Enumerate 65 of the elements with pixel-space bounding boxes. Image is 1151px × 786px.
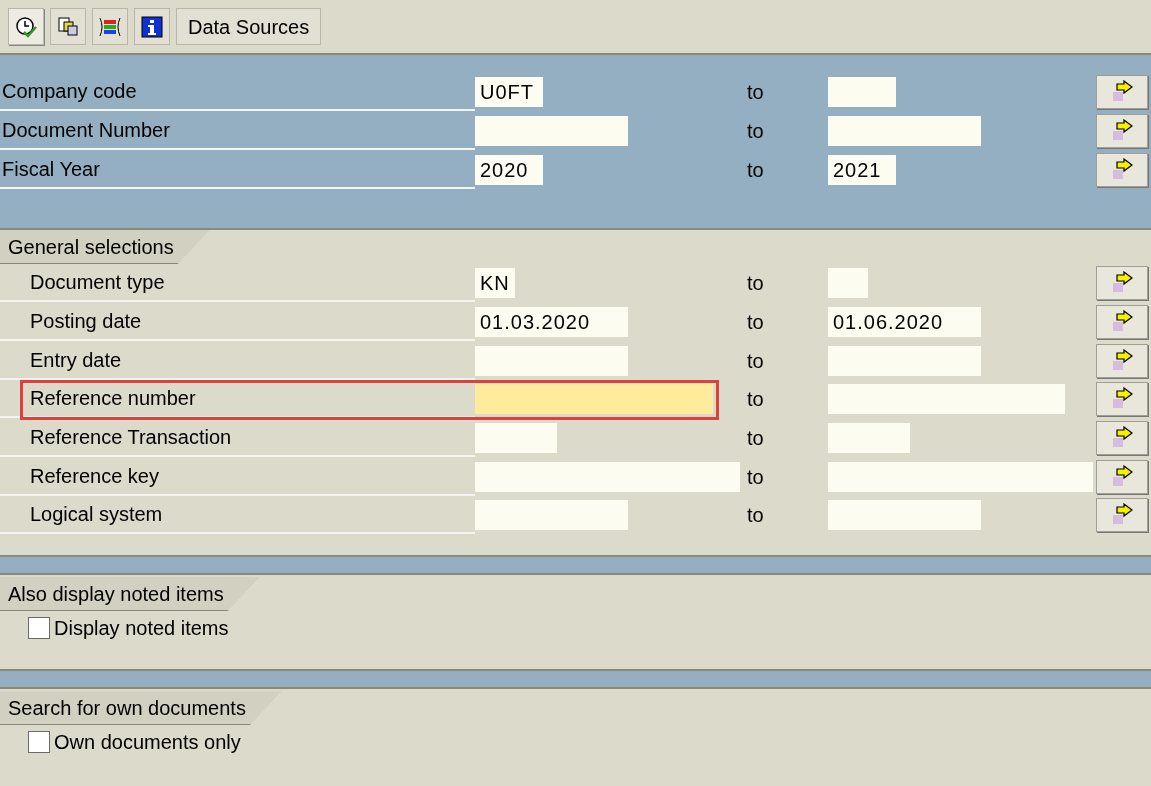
checkbox[interactable] [28,731,50,753]
field-label: Fiscal Year [2,156,100,182]
input-field[interactable] [828,384,1065,415]
input-field[interactable]: 01.03.2020 [475,307,628,338]
multiple-selection-button[interactable] [1096,343,1148,378]
field-label: Document Number [2,118,170,144]
input-field[interactable] [475,116,628,147]
checkbox[interactable] [28,617,50,639]
input-field[interactable] [828,345,981,376]
toolbar-button[interactable] [134,8,170,45]
checkbox-label: Own documents only [54,730,241,755]
to-label: to [746,387,765,413]
multiple-selection-button[interactable] [1096,152,1148,187]
to-label: to [746,271,765,297]
toolbar-button[interactable] [8,8,44,45]
input-field[interactable]: 2020 [475,154,543,185]
field-label: Reference number [30,386,196,412]
input-field[interactable]: 2021 [828,154,896,185]
multiple-selection-button[interactable] [1096,421,1148,456]
input-field[interactable]: KN [475,268,515,299]
input-field[interactable]: 01.06.2020 [828,307,981,338]
clock-check-icon [15,15,37,38]
toolbar-button[interactable] [92,8,128,45]
section-header: Also display noted items [0,577,260,611]
field-label: Reference Transaction [30,425,232,451]
info-icon [141,15,163,38]
multiple-selection-button[interactable] [1096,498,1148,533]
multiple-selection-button[interactable] [1096,266,1148,301]
input-field[interactable] [475,384,713,415]
copy-icon [57,15,79,38]
input-field[interactable] [828,268,868,299]
input-field[interactable] [475,423,557,454]
to-label: to [746,119,765,145]
to-label: to [746,80,765,106]
input-field[interactable] [828,500,981,531]
to-label: to [746,310,765,336]
to-label: to [746,157,765,183]
multiple-selection-button[interactable] [1096,305,1148,340]
checkbox-label: Display noted items [54,616,229,641]
field-label: Document type [30,270,165,296]
input-field[interactable] [828,77,896,108]
field-label: Reference key [30,463,159,489]
multiple-selection-button[interactable] [1096,75,1148,110]
input-field[interactable] [475,461,740,492]
to-label: to [746,464,765,490]
input-field[interactable] [828,116,981,147]
to-label: to [746,348,765,374]
input-field[interactable] [828,423,910,454]
section-header: Search for own documents [0,691,282,725]
field-label: Entry date [30,347,122,373]
field-label: Posting date [30,309,142,335]
multiple-selection-button[interactable] [1096,114,1148,149]
input-field[interactable] [475,500,628,531]
field-label: Logical system [30,502,163,528]
data-sources-button[interactable]: Data Sources [176,8,322,45]
section-header: General selections [0,230,210,264]
input-field[interactable]: U0FT [475,77,543,108]
to-label: to [746,503,765,529]
to-label: to [746,426,765,452]
multiple-selection-button[interactable] [1096,459,1148,494]
input-field[interactable] [475,345,628,376]
input-field[interactable] [828,461,1093,492]
field-label: Company code [2,79,137,105]
bracketed-bars-icon [98,15,122,38]
multiple-selection-button[interactable] [1096,382,1148,417]
